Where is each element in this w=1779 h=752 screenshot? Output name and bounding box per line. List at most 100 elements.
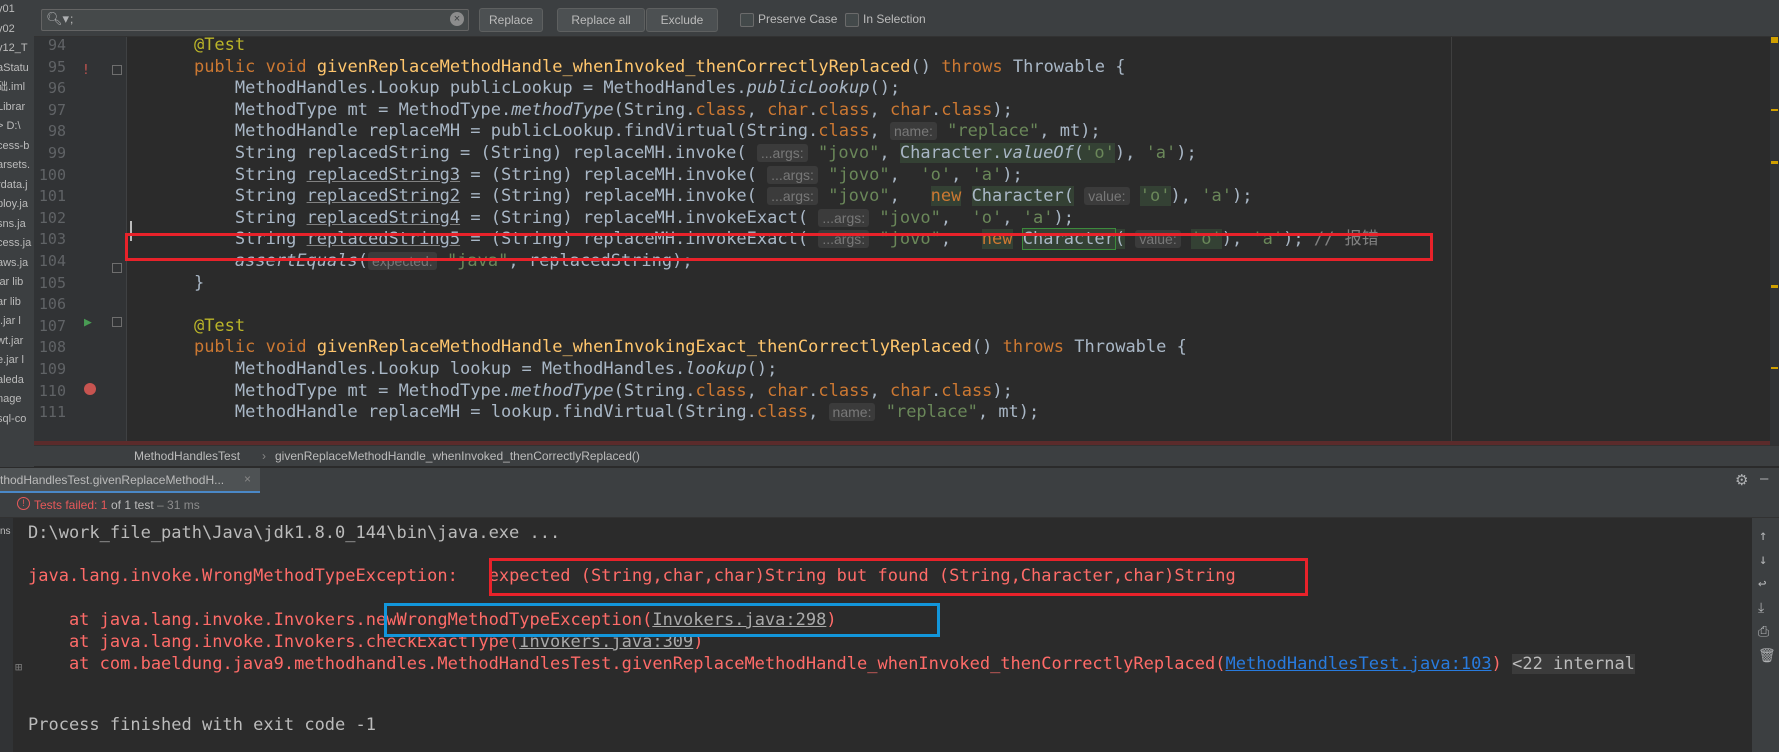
code-line[interactable]: String replacedString = (String) replace…: [153, 142, 1197, 164]
code-line[interactable]: String replacedString4 = (String) replac…: [153, 207, 1074, 229]
project-tree-item[interactable]: t.jar l: [0, 312, 34, 332]
code-line[interactable]: MethodType mt = MethodType.methodType(St…: [153, 380, 1013, 402]
line-number[interactable]: 100: [34, 164, 66, 186]
project-tree-item[interactable]: aStatu: [0, 59, 34, 79]
run-tool-window-tabs: thodHandlesTest.givenReplaceMethodH... ×…: [0, 467, 1779, 493]
stack-link[interactable]: MethodHandlesTest.java:103: [1225, 654, 1491, 674]
expand-icon[interactable]: ⊞: [15, 660, 22, 674]
code-line[interactable]: MethodHandles.Lookup publicLookup = Meth…: [153, 77, 900, 99]
search-input[interactable]: 🔍︎▾ ; ×: [41, 9, 469, 31]
project-tree-item[interactable]: aws.ja: [0, 254, 34, 274]
project-tree-item[interactable]: y02: [0, 20, 34, 40]
arrow-down-icon[interactable]: ↓: [1759, 552, 1767, 568]
line-number[interactable]: 106: [34, 293, 66, 315]
run-tab-label: thodHandlesTest.givenReplaceMethodH...: [0, 473, 225, 487]
console-command-line: D:\work_file_path\Java\jdk1.8.0_144\bin\…: [28, 523, 561, 543]
clear-search-icon[interactable]: ×: [450, 12, 464, 26]
project-tree-item[interactable]: cess.ja: [0, 234, 34, 254]
project-tree-item[interactable]: e.jar l: [0, 351, 34, 371]
parameter-hint: ...args:: [767, 165, 818, 184]
replace-button[interactable]: Replace: [479, 8, 543, 32]
line-number[interactable]: 104: [34, 250, 66, 272]
code-line[interactable]: }: [153, 272, 204, 294]
breadcrumb-class[interactable]: MethodHandlesTest: [134, 449, 240, 463]
console-left-gutter: ns: [0, 518, 13, 752]
preserve-case-checkbox[interactable]: [740, 13, 754, 27]
project-tree-item[interactable]: y01: [0, 0, 34, 20]
code-line[interactable]: @Test: [153, 315, 245, 337]
console-stack-line-3: at com.baeldung.java9.methodhandles.Meth…: [28, 654, 1635, 674]
test-status-bar: ! Tests failed: 1 of 1 test – 31 ms: [0, 493, 1779, 518]
replace-all-button[interactable]: Replace all: [557, 8, 645, 32]
close-tab-icon[interactable]: ×: [244, 472, 251, 486]
breakpoint-icon[interactable]: [84, 383, 96, 395]
line-number[interactable]: 97: [34, 99, 66, 121]
code-line[interactable]: MethodHandles.Lookup lookup = MethodHand…: [153, 358, 777, 380]
highlight-box-stack-frame: [384, 603, 940, 637]
code-line[interactable]: MethodType mt = MethodType.methodType(St…: [153, 99, 1013, 121]
project-tree-item[interactable]: jar lib: [0, 273, 34, 293]
highlight-box-line-103: [125, 233, 1433, 261]
minimize-icon[interactable]: –: [1760, 470, 1768, 487]
arrow-up-icon[interactable]: ↑: [1759, 528, 1767, 544]
project-tree-item[interactable]: arsets.: [0, 156, 34, 176]
console-toolbar: ↑ ↓ ↩ ⤓ ⎙ 🗑︎: [1752, 518, 1779, 752]
internal-frames-fold[interactable]: <22 internal: [1512, 654, 1635, 674]
line-number[interactable]: 94: [34, 37, 66, 56]
exclude-button[interactable]: Exclude: [646, 8, 718, 32]
code-line[interactable]: MethodHandle replaceMH = lookup.findVirt…: [153, 401, 1039, 423]
line-number[interactable]: 96: [34, 77, 66, 99]
parameter-hint: ...args:: [767, 187, 818, 206]
project-tree-item[interactable]: aleda: [0, 371, 34, 391]
print-icon[interactable]: ⎙: [1758, 624, 1769, 640]
run-tab[interactable]: thodHandlesTest.givenReplaceMethodH... ×: [0, 468, 260, 493]
line-number[interactable]: 101: [34, 185, 66, 207]
fold-icon[interactable]: [112, 65, 122, 75]
project-tree-item[interactable]: nage: [0, 390, 34, 410]
line-number[interactable]: 98: [34, 120, 66, 142]
project-tree-item[interactable]: sql-co: [0, 410, 34, 430]
project-tree-item[interactable]: y12_T: [0, 39, 34, 59]
breadcrumb-method[interactable]: givenReplaceMethodHandle_whenInvoked_the…: [275, 449, 640, 463]
project-tree-item[interactable]: wt.jar: [0, 332, 34, 352]
line-number[interactable]: 102: [34, 207, 66, 229]
project-tree-item[interactable]: Librar: [0, 98, 34, 118]
code-line[interactable]: String replacedString3 = (String) replac…: [153, 164, 1023, 186]
code-line[interactable]: @Test: [153, 37, 245, 56]
code-line[interactable]: public void givenReplaceMethodHandle_whe…: [153, 336, 1187, 358]
line-number[interactable]: 110: [34, 380, 66, 402]
scroll-to-end-icon[interactable]: ⤓: [1758, 600, 1764, 616]
line-number[interactable]: 109: [34, 358, 66, 380]
search-icon[interactable]: 🔍︎▾: [46, 11, 69, 27]
code-line[interactable]: MethodHandle replaceMH = publicLookup.fi…: [153, 120, 1101, 142]
in-selection-label: In Selection: [863, 12, 926, 26]
in-selection-checkbox[interactable]: [845, 13, 859, 27]
line-number[interactable]: 108: [34, 336, 66, 358]
project-tree-item[interactable]: > D:\: [0, 117, 34, 137]
line-number[interactable]: 107: [34, 315, 66, 337]
line-number[interactable]: 105: [34, 272, 66, 294]
project-tree-item[interactable]: rdata.j: [0, 176, 34, 196]
project-tree[interactable]: y01y02y12_TaStatu础.imlLibrar> D:\cess-ba…: [0, 0, 34, 468]
line-number[interactable]: 103: [34, 228, 66, 250]
code-line[interactable]: String replacedString2 = (String) replac…: [153, 185, 1252, 207]
line-number[interactable]: 99: [34, 142, 66, 164]
soft-wrap-icon[interactable]: ↩: [1758, 576, 1766, 592]
gear-icon[interactable]: ⚙: [1735, 471, 1748, 489]
warning-bulb-icon[interactable]: !: [82, 63, 90, 78]
line-number[interactable]: 111: [34, 401, 66, 423]
fold-icon[interactable]: [112, 317, 122, 327]
project-tree-item[interactable]: cess-b: [0, 137, 34, 157]
project-tree-item[interactable]: sns.ja: [0, 215, 34, 235]
trash-icon[interactable]: 🗑︎: [1758, 648, 1776, 664]
search-input-value[interactable]: ;: [70, 12, 73, 26]
line-number[interactable]: 95: [34, 56, 66, 78]
code-line[interactable]: public void givenReplaceMethodHandle_whe…: [153, 56, 1126, 78]
fold-icon[interactable]: [112, 263, 122, 273]
project-tree-item[interactable]: ploy.ja: [0, 195, 34, 215]
parameter-hint: name:: [889, 122, 937, 141]
project-tree-item[interactable]: ar lib: [0, 293, 34, 313]
project-tree-item[interactable]: 础.iml: [0, 78, 34, 98]
run-test-icon[interactable]: ▶: [84, 315, 92, 330]
editor-scrollbar[interactable]: [1770, 37, 1779, 445]
